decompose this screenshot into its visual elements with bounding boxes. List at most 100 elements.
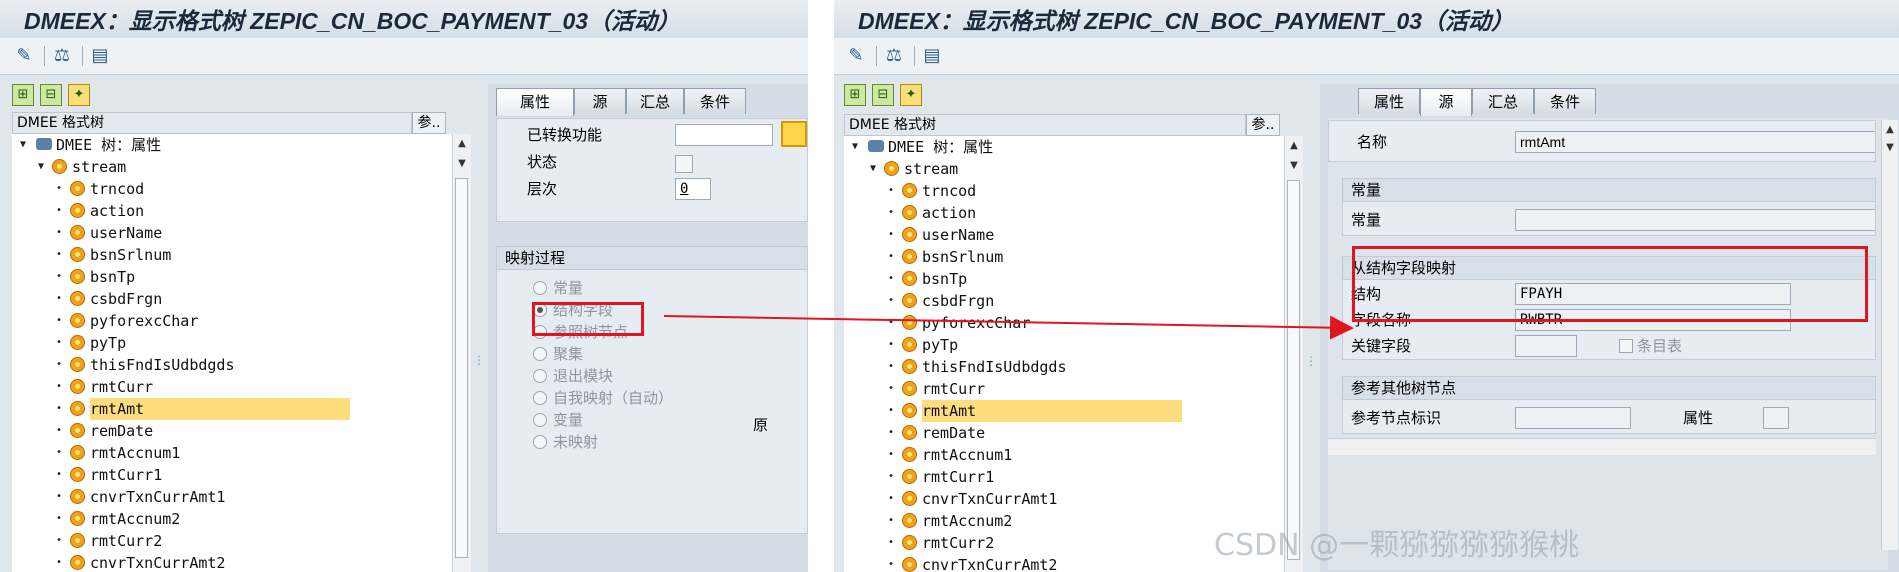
collapse-icon[interactable]: ⊟ [40, 84, 62, 106]
tree-node[interactable]: • cnvrTxnCurrAmt2 [12, 552, 452, 572]
tree-node[interactable]: • remDate [12, 420, 452, 442]
scroll-thumb[interactable] [1287, 180, 1300, 560]
tree-node[interactable]: • userName [12, 222, 452, 244]
detail-vscrollbar[interactable]: ▲ ▼ [1881, 120, 1898, 550]
other-object-icon[interactable]: ⚖ [50, 44, 74, 68]
node-settings-icon[interactable]: ✦ [68, 84, 90, 106]
tree-node[interactable]: • rmtCurr [12, 376, 452, 398]
hierarchy-icon[interactable]: ▤ [920, 44, 944, 68]
tree-node[interactable]: • rmtCurr1 [844, 466, 1284, 488]
scroll-down-icon[interactable]: ▼ [1882, 140, 1898, 156]
tree-node[interactable]: • pyforexcChar [12, 310, 452, 332]
tree-node[interactable]: • trncod [12, 178, 452, 200]
expand-triangle-icon[interactable]: ▼ [20, 134, 26, 156]
tree-node[interactable]: • rmtAccnum1 [12, 442, 452, 464]
display-change-icon[interactable]: ✎ [12, 44, 36, 68]
expand-triangle-icon[interactable]: ▼ [852, 136, 858, 158]
mapping-radio[interactable] [533, 281, 547, 295]
node-settings-icon[interactable]: ✦ [900, 84, 922, 106]
detail-hscrollbar[interactable] [1328, 438, 1876, 455]
conversion-field[interactable] [675, 124, 773, 146]
collapse-icon[interactable]: ⊟ [872, 84, 894, 106]
tab-summary[interactable]: 汇总 [1472, 88, 1534, 114]
tab-attributes[interactable]: 属性 [1358, 88, 1420, 114]
expand-triangle-icon[interactable]: ▼ [38, 156, 44, 178]
tree-root-node[interactable]: ▼ DMEE 树：属性 [12, 134, 452, 156]
tree-node[interactable]: • trncod [844, 180, 1284, 202]
tree-node[interactable]: • bsnSrlnum [12, 244, 452, 266]
scroll-down-icon[interactable]: ▼ [1285, 158, 1303, 174]
tree-node[interactable]: • rmtAmt [844, 400, 1284, 422]
mapping-radio[interactable] [533, 369, 547, 383]
tab-conditions[interactable]: 条件 [1534, 88, 1596, 114]
tree-root-node[interactable]: ▼ DMEE 树：属性 [844, 136, 1284, 158]
tree-header-button[interactable]: 参.. [1246, 114, 1280, 136]
tree-scrollbar[interactable]: ▲ ▼ [1284, 136, 1303, 572]
tab-summary[interactable]: 汇总 [626, 88, 684, 114]
conversion-help-icon[interactable] [781, 121, 807, 147]
tree-node[interactable]: • rmtCurr2 [12, 530, 452, 552]
tree-node[interactable]: • bsnSrlnum [844, 246, 1284, 268]
tree-node[interactable]: • pyTp [844, 334, 1284, 356]
reference-node-field[interactable] [1515, 407, 1631, 429]
tree-node-label: rmtAmt [90, 398, 350, 420]
expand-triangle-icon[interactable]: ▼ [870, 158, 876, 180]
level-field[interactable]: 0 [675, 178, 711, 200]
tree-node-label: rmtAccnum1 [922, 446, 1013, 464]
tree-node[interactable]: • pyforexcChar [844, 312, 1284, 334]
tree-node[interactable]: • rmtCurr1 [12, 464, 452, 486]
scroll-up-icon[interactable]: ▲ [1882, 122, 1898, 138]
tree-node[interactable]: • cnvrTxnCurrAmt1 [844, 488, 1284, 510]
expand-icon[interactable]: ⊞ [844, 84, 866, 106]
hierarchy-icon[interactable]: ▤ [88, 44, 112, 68]
tree-node[interactable]: • bsnTp [844, 268, 1284, 290]
mapping-option-label: 未映射 [553, 433, 599, 451]
tree-node[interactable]: • action [844, 202, 1284, 224]
scroll-up-icon[interactable]: ▲ [1285, 138, 1303, 154]
pane-splitter[interactable] [472, 134, 485, 572]
status-field[interactable] [675, 155, 693, 173]
tab-attributes[interactable]: 属性 [496, 88, 574, 116]
tree-node[interactable]: • bsnTp [12, 266, 452, 288]
tree-node[interactable]: • csbdFrgn [844, 290, 1284, 312]
tree-node[interactable]: • rmtAccnum2 [12, 508, 452, 530]
mapping-radio[interactable] [533, 347, 547, 361]
pane-splitter[interactable] [1304, 136, 1317, 572]
mapping-radio[interactable] [533, 391, 547, 405]
key-field[interactable] [1515, 335, 1577, 357]
element-icon [902, 469, 917, 484]
tree-node-label: action [922, 204, 977, 222]
entry-table-checkbox[interactable] [1619, 339, 1633, 353]
name-field[interactable]: rmtAmt [1515, 131, 1875, 153]
tree-scrollbar[interactable]: ▲ ▼ [452, 134, 471, 572]
tree-node[interactable]: • thisFndIsUdbdgds [844, 356, 1284, 378]
tree-node[interactable]: • cnvrTxnCurrAmt1 [12, 486, 452, 508]
scroll-down-icon[interactable]: ▼ [453, 156, 471, 172]
mapping-radio[interactable] [533, 413, 547, 427]
tree-node-stream[interactable]: ▼ stream [844, 158, 1284, 180]
tree-header-button[interactable]: 参.. [412, 112, 446, 134]
mapping-radio[interactable] [533, 435, 547, 449]
tree-node[interactable]: • action [12, 200, 452, 222]
tree-node[interactable]: • pyTp [12, 332, 452, 354]
tree-node-stream[interactable]: ▼ stream [12, 156, 452, 178]
tree-node[interactable]: • rmtCurr [844, 378, 1284, 400]
expand-icon[interactable]: ⊞ [12, 84, 34, 106]
other-object-icon[interactable]: ⚖ [882, 44, 906, 68]
scroll-up-icon[interactable]: ▲ [453, 136, 471, 152]
element-icon [902, 249, 917, 264]
tab-conditions[interactable]: 条件 [684, 88, 746, 114]
tree-node[interactable]: • csbdFrgn [12, 288, 452, 310]
tree-node[interactable]: • rmtAmt [12, 398, 452, 420]
tree-node[interactable]: • thisFndIsUdbdgds [12, 354, 452, 376]
tree-toolbar: ⊞ ⊟ ✦ [12, 84, 102, 110]
tree-node[interactable]: • remDate [844, 422, 1284, 444]
scroll-thumb[interactable] [455, 178, 468, 558]
tree-node[interactable]: • rmtAccnum1 [844, 444, 1284, 466]
tab-source[interactable]: 源 [574, 88, 626, 114]
tab-source[interactable]: 源 [1420, 88, 1472, 116]
attribute-field[interactable] [1763, 407, 1789, 429]
constant-field[interactable] [1515, 209, 1875, 231]
display-change-icon[interactable]: ✎ [844, 44, 868, 68]
tree-node[interactable]: • userName [844, 224, 1284, 246]
